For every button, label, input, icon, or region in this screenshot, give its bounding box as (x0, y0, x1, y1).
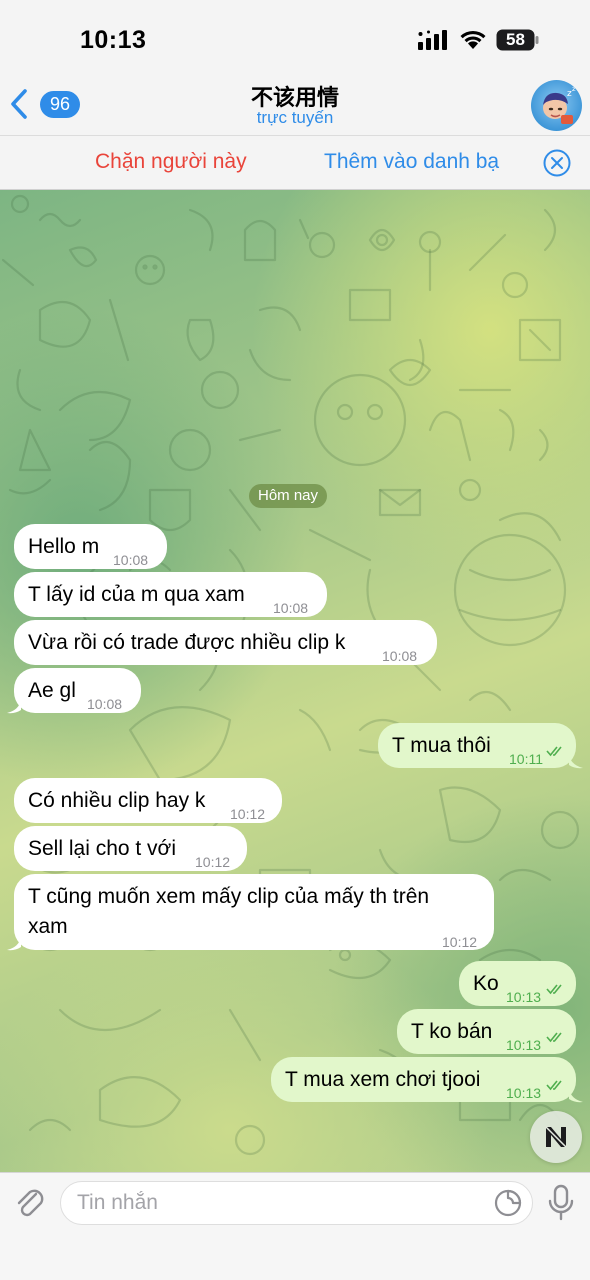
message-time: 10:12 (230, 806, 266, 822)
message-text: Ae gl (28, 679, 76, 702)
message-incoming[interactable]: Vừa rồi có trade được nhiều clip k 10:08 (14, 620, 437, 665)
read-checkmarks-icon (546, 1032, 562, 1043)
message-outgoing[interactable]: Ko 10:13 (459, 961, 576, 1006)
message-text: Hello m (28, 535, 100, 558)
microphone-icon[interactable] (546, 1184, 576, 1222)
wifi-icon (460, 30, 486, 49)
message-composer (0, 1172, 590, 1280)
date-separator: Hôm nay (249, 484, 328, 508)
read-checkmarks-icon (546, 1080, 562, 1091)
block-user-button[interactable]: Chặn người này (95, 150, 247, 174)
avatar-cartoon-icon: z z (543, 85, 576, 124)
message-time: 10:08 (273, 600, 309, 616)
status-time: 10:13 (80, 26, 147, 54)
cellular-signal-icon (418, 30, 447, 50)
message-incoming[interactable]: Ae gl 10:08 (14, 668, 141, 713)
message-time: 10:12 (442, 934, 478, 950)
message-input[interactable] (60, 1181, 533, 1225)
battery-level: 58 (506, 30, 525, 49)
message-outgoing[interactable]: T mua thôi 10:11 (378, 723, 576, 768)
message-text: T ko bán (411, 1020, 493, 1043)
message-time: 10:13 (506, 989, 542, 1005)
message-incoming[interactable]: T lấy id của m qua xam 10:08 (14, 572, 327, 617)
message-time: 10:12 (195, 854, 231, 870)
message-outgoing[interactable]: T ko bán 10:13 (397, 1009, 576, 1054)
read-checkmarks-icon (546, 746, 562, 757)
message-text: T mua xem chơi tjooi (285, 1068, 481, 1091)
message-text: T lấy id của m qua xam (28, 583, 245, 606)
bubble-tail (569, 1089, 583, 1103)
message-incoming[interactable]: Có nhiều clip hay k 10:12 (14, 778, 282, 823)
battery-icon: 58 (496, 29, 540, 51)
message-time: 10:13 (506, 1037, 542, 1053)
paperclip-icon[interactable] (12, 1185, 48, 1221)
message-text: T mua thôi (392, 734, 491, 757)
n-logo-icon (545, 1126, 567, 1148)
message-incoming[interactable]: Hello m 10:08 (14, 524, 167, 569)
chat-area[interactable]: Hôm nay Hello m 10:08 T lấy id của m qua… (0, 190, 590, 1172)
contact-avatar[interactable]: z z (531, 80, 582, 131)
message-time: 10:13 (506, 1085, 542, 1101)
message-text: Có nhiều clip hay k (28, 789, 206, 812)
message-incoming[interactable]: Sell lại cho t với 10:12 (14, 826, 247, 871)
message-time: 10:11 (509, 751, 543, 767)
bubble-tail (7, 700, 21, 714)
top-header: 10:13 58 96 不该用情 trực tuyến z z (0, 0, 590, 135)
bubble-tail (7, 937, 21, 951)
message-text-line1: T cũng muốn xem mấy clip của mấy th trên (28, 885, 430, 908)
message-incoming[interactable]: T cũng muốn xem mấy clip của mấy th trên… (14, 874, 494, 950)
add-contact-button[interactable]: Thêm vào danh bạ (324, 150, 499, 174)
read-checkmarks-icon (546, 984, 562, 995)
message-time: 10:08 (113, 552, 149, 568)
bubble-tail (569, 755, 583, 769)
close-icon[interactable] (543, 149, 571, 177)
online-status: trực tuyến (256, 108, 334, 127)
message-text-line2: xam (28, 915, 68, 938)
sticker-icon[interactable] (493, 1188, 523, 1218)
message-time: 10:08 (87, 696, 123, 712)
message-text: Ko (473, 972, 499, 995)
message-outgoing[interactable]: T mua xem chơi tjooi 10:13 (271, 1057, 576, 1102)
message-time: 10:08 (382, 648, 418, 664)
message-text: Vừa rồi có trade được nhiều clip k (28, 631, 346, 654)
app-shortcut-button[interactable] (530, 1111, 582, 1163)
new-contact-action-bar: Chặn người này Thêm vào danh bạ (0, 135, 590, 190)
message-text: Sell lại cho t với (28, 837, 176, 860)
